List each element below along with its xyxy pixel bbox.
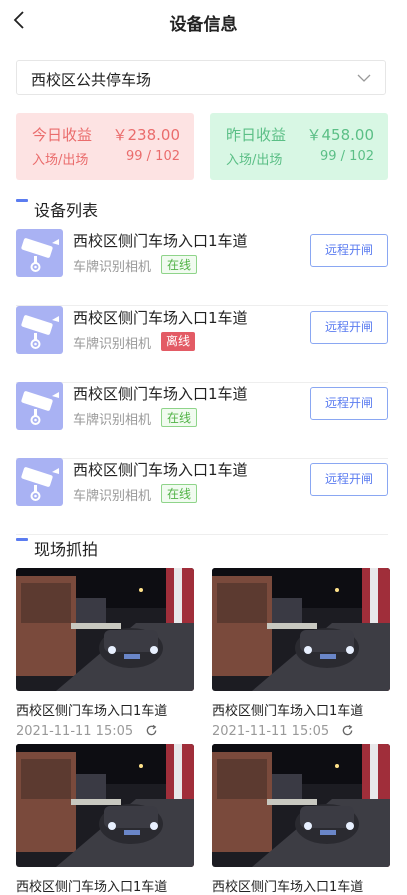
status-badge: 在线 <box>161 484 198 503</box>
refresh-icon[interactable] <box>145 724 158 737</box>
capture-caption: 西校区侧门车场入口1车道 <box>212 880 364 895</box>
today-revenue-amount: ￥238.00 <box>112 126 181 144</box>
capture-title: 现场抓拍 <box>34 540 99 559</box>
device-item: 西校区侧门车场入口1车道 车牌识别相机 在线 远程开闸 <box>16 229 388 306</box>
device-type: 车牌识别相机 <box>73 260 152 275</box>
device-item: 西校区侧门车场入口1车道 车牌识别相机 离线 远程开闸 <box>16 306 388 383</box>
capture-photo[interactable] <box>16 744 194 867</box>
device-item: 西校区侧门车场入口1车道 车牌识别相机 在线 远程开闸 <box>16 458 388 535</box>
device-name: 西校区侧门车场入口1车道 <box>73 461 248 479</box>
yesterday-revenue-amount: ￥458.00 <box>306 126 375 144</box>
section-marker <box>16 199 28 202</box>
yesterday-entry-exit-label: 入场/出场 <box>226 153 283 168</box>
header: 设备信息 <box>0 0 407 42</box>
remote-open-gate-button[interactable]: 远程开闸 <box>310 463 388 496</box>
device-type: 车牌识别相机 <box>73 413 152 428</box>
capture-heading: 现场抓拍 <box>16 536 98 560</box>
status-badge: 在线 <box>161 408 198 427</box>
device-list-heading: 设备列表 <box>16 197 98 221</box>
remote-open-gate-button[interactable]: 远程开闸 <box>310 387 388 420</box>
capture-card[interactable]: 西校区侧门车场入口1车道 <box>16 744 194 895</box>
camera-icon <box>16 229 63 277</box>
capture-time: 2021-11-11 15:05 <box>212 724 330 739</box>
capture-time-row: 2021-11-11 15:05 <box>16 724 194 739</box>
today-entry-exit-count: 99 / 102 <box>126 149 180 164</box>
parking-lot-select-value: 西校区公共停车场 <box>31 71 152 89</box>
today-revenue-card: 今日收益 ￥238.00 入场/出场 99 / 102 <box>16 113 194 180</box>
yesterday-revenue-label: 昨日收益 <box>226 126 287 144</box>
status-badge: 在线 <box>161 255 198 274</box>
page-title: 设备信息 <box>169 15 238 35</box>
today-revenue-label: 今日收益 <box>32 126 93 144</box>
status-badge: 离线 <box>161 332 196 351</box>
chevron-down-icon <box>357 74 371 82</box>
capture-caption: 西校区侧门车场入口1车道 <box>16 880 168 895</box>
capture-card[interactable]: 西校区侧门车场入口1车道 2021-11-11 15:05 <box>16 568 194 739</box>
capture-time: 2021-11-11 15:05 <box>16 724 134 739</box>
camera-icon <box>16 382 63 430</box>
capture-caption: 西校区侧门车场入口1车道 <box>212 704 364 719</box>
capture-photo[interactable] <box>212 568 390 691</box>
camera-icon <box>16 306 63 354</box>
device-name: 西校区侧门车场入口1车道 <box>73 309 248 327</box>
device-type: 车牌识别相机 <box>73 489 152 504</box>
capture-photo[interactable] <box>16 568 194 691</box>
device-name: 西校区侧门车场入口1车道 <box>73 232 248 250</box>
remote-open-gate-button[interactable]: 远程开闸 <box>310 234 388 267</box>
remote-open-gate-button[interactable]: 远程开闸 <box>310 311 388 344</box>
capture-caption: 西校区侧门车场入口1车道 <box>16 704 168 719</box>
device-type: 车牌识别相机 <box>73 337 152 352</box>
device-item: 西校区侧门车场入口1车道 车牌识别相机 在线 远程开闸 <box>16 382 388 459</box>
device-name: 西校区侧门车场入口1车道 <box>73 385 248 403</box>
capture-card[interactable]: 西校区侧门车场入口1车道 <box>212 744 390 895</box>
capture-card[interactable]: 西校区侧门车场入口1车道 2021-11-11 15:05 <box>212 568 390 739</box>
device-list-title: 设备列表 <box>34 201 99 220</box>
yesterday-entry-exit-count: 99 / 102 <box>320 149 374 164</box>
capture-photo[interactable] <box>212 744 390 867</box>
today-entry-exit-label: 入场/出场 <box>32 153 89 168</box>
yesterday-revenue-card: 昨日收益 ￥458.00 入场/出场 99 / 102 <box>210 113 388 180</box>
camera-icon <box>16 458 63 506</box>
capture-time-row: 2021-11-11 15:05 <box>212 724 390 739</box>
section-marker <box>16 538 28 541</box>
refresh-icon[interactable] <box>341 724 354 737</box>
parking-lot-select[interactable]: 西校区公共停车场 <box>16 60 386 95</box>
